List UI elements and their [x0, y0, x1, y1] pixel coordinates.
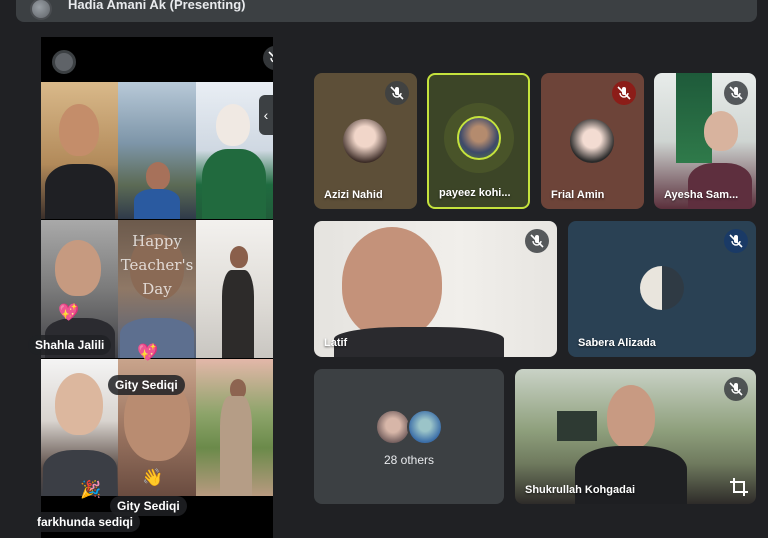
overlay-line: Day [142, 280, 172, 298]
participant-face [342, 227, 442, 339]
others-count: 28 others [383, 453, 435, 467]
participant-face [704, 111, 738, 151]
collage-photo [118, 82, 196, 219]
participant-body [688, 163, 752, 209]
participant-tile[interactable]: Latif [314, 221, 557, 357]
participant-name: payeez kohi... [439, 187, 511, 199]
participant-name: Shukrullah Kohgadai [525, 484, 636, 496]
party-reaction-icon: 🎉 [80, 480, 102, 499]
crop-icon[interactable] [728, 476, 750, 498]
mic-off-icon [612, 81, 636, 105]
mic-off-icon [385, 81, 409, 105]
mic-off-icon [525, 229, 549, 253]
mic-off-icon [263, 46, 273, 70]
presentation-tile[interactable]: Happy Teacher's Day ‹ [41, 37, 273, 538]
wave-reaction-icon: 👋 [142, 468, 164, 487]
participant-tile[interactable]: Azizi Nahid [314, 73, 417, 209]
name-label: farkhunda sediqi [30, 512, 141, 532]
record-dot-icon [52, 50, 76, 74]
participant-tile-speaking[interactable]: payeez kohi... [427, 73, 530, 209]
collage-photo [196, 359, 273, 496]
others-avatar [375, 409, 411, 445]
participant-tile[interactable]: Shukrullah Kohgadai [515, 369, 756, 504]
participant-avatar [640, 266, 684, 310]
participant-body [334, 327, 504, 357]
mic-off-icon [724, 377, 748, 401]
participant-avatar [343, 119, 387, 163]
presenter-avatar [30, 0, 52, 20]
participant-name: Sabera Alizada [578, 337, 656, 349]
participant-name: Latif [324, 337, 348, 349]
presenter-bar[interactable]: Hadia Amani Ak (Presenting) [16, 0, 757, 22]
heart-reaction-icon: 💖 [137, 343, 159, 362]
overlay-line: Happy [132, 232, 182, 250]
mic-off-icon [724, 81, 748, 105]
participant-name: Azizi Nahid [324, 189, 383, 201]
participant-name: Frial Amin [551, 189, 605, 201]
teachers-day-overlay: Happy Teacher's Day [118, 229, 196, 301]
collage-photo [196, 220, 273, 358]
participant-avatar [457, 116, 501, 160]
mic-off-icon [724, 229, 748, 253]
participant-tile[interactable]: Ayesha Sam... [654, 73, 756, 209]
others-tile[interactable]: 28 others [314, 369, 504, 504]
collage-photo [41, 359, 118, 496]
name-label: Shahla Jalili [28, 335, 112, 355]
participant-name: Ayesha Sam... [664, 189, 739, 201]
others-avatar [407, 409, 443, 445]
chevron-left-icon[interactable]: ‹ [259, 95, 273, 135]
name-label: Gity Sediqi [108, 375, 185, 395]
participant-face [607, 385, 655, 449]
heart-reaction-icon: 💖 [58, 303, 80, 322]
meet-call-screen: Hadia Amani Ak (Presenting) Happy Teache… [0, 0, 768, 538]
participant-avatar [570, 119, 614, 163]
presenter-title: Hadia Amani Ak (Presenting) [68, 0, 246, 12]
classroom-board [557, 411, 597, 441]
participant-tile[interactable]: Frial Amin [541, 73, 644, 209]
participant-tile[interactable]: Sabera Alizada [568, 221, 756, 357]
overlay-line: Teacher's [120, 256, 194, 274]
collage-photo [41, 82, 118, 219]
